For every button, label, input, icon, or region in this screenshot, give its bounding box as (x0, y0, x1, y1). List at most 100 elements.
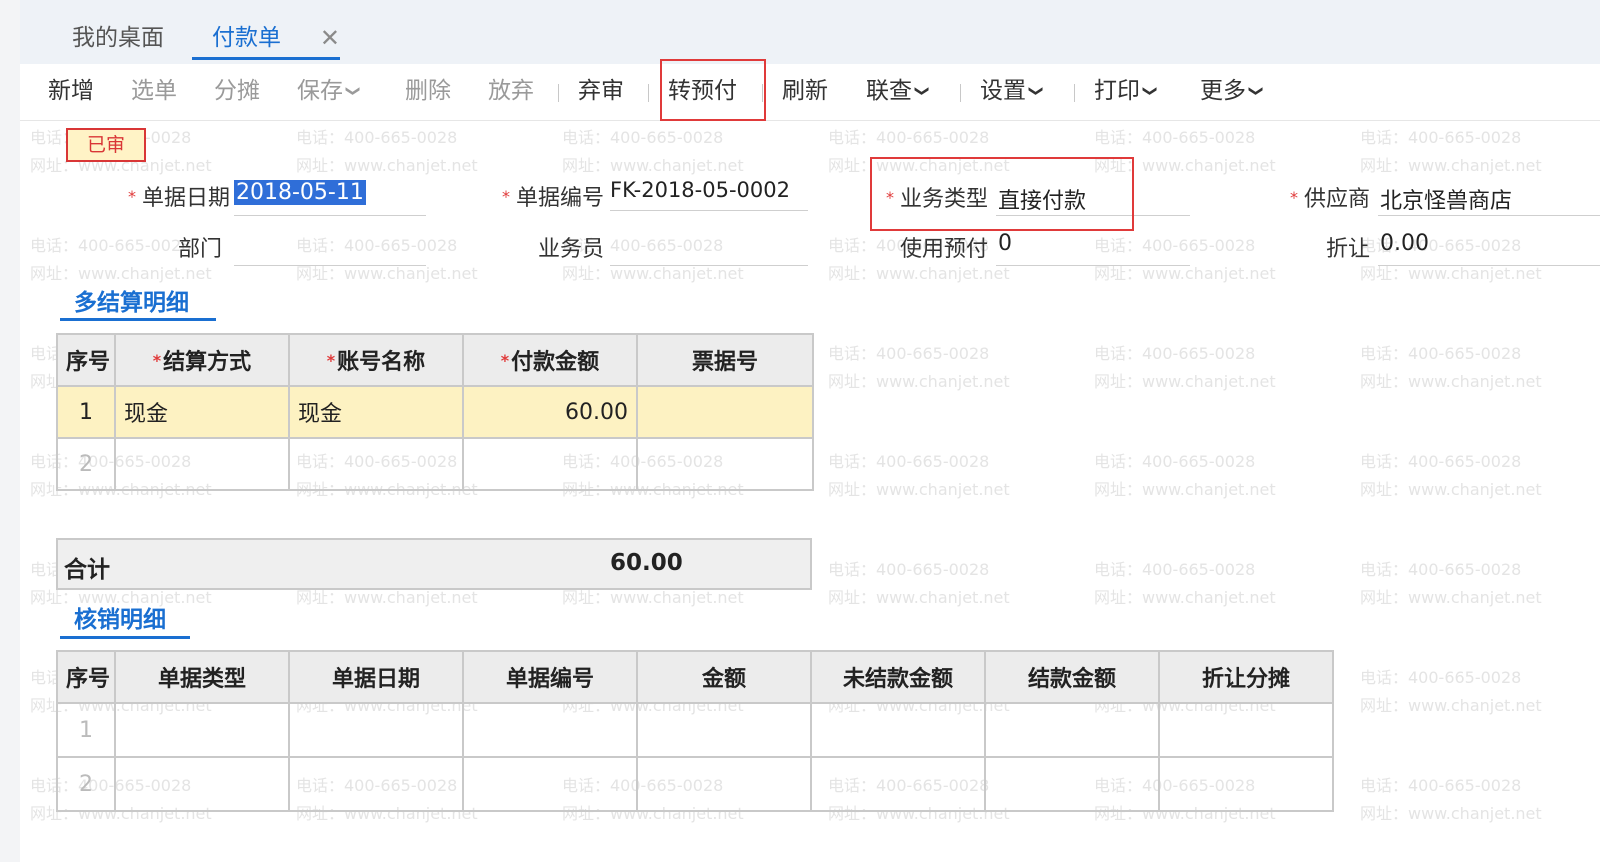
tab-payment-voucher[interactable]: 付款单 ✕ (192, 18, 340, 60)
amount-cell[interactable] (462, 437, 638, 491)
ticket-cell[interactable] (636, 437, 814, 491)
more-button[interactable]: 更多 ❯ (1200, 74, 1264, 108)
supplier-field[interactable]: 北京怪兽商店 (1380, 183, 1512, 215)
print-button[interactable]: 打印 ❯ (1094, 74, 1158, 108)
section-underline (60, 636, 190, 639)
field-underline (234, 265, 426, 266)
writeoff-section-title[interactable]: 核销明细 (74, 600, 166, 634)
doc-no-cell[interactable] (462, 702, 638, 758)
table-row[interactable]: 2 (56, 437, 814, 491)
doc-date-label: * 单据日期 (127, 186, 230, 211)
tab-payment-voucher-label: 付款单 (212, 25, 281, 51)
discount-field[interactable]: 0.00 (1380, 231, 1429, 256)
discount-label: 折让 (1325, 237, 1370, 262)
method-cell[interactable] (114, 437, 290, 491)
doc-type-cell[interactable] (114, 756, 290, 812)
amount-cell[interactable]: 60.00 (462, 385, 638, 439)
row-number: 2 (56, 437, 116, 491)
watermark-text: 电话：400-665-0028网址：www.chanjet.net (1360, 344, 1542, 391)
row-number: 1 (56, 385, 116, 439)
account-cell[interactable]: 现金 (288, 385, 464, 439)
doc-date-field[interactable]: 2018-05-11 (234, 180, 366, 205)
new-button[interactable]: 新增 (48, 74, 94, 108)
doc-date-cell[interactable] (288, 756, 464, 812)
linked-query-button[interactable]: 联查 ❯ (866, 74, 930, 108)
col-header-ticket: 票据号 (636, 333, 814, 387)
field-underline (996, 265, 1190, 266)
writeoff-table: 序号 单据类型 单据日期 单据编号 金额 未结款金额 结款金额 折让分摊 1 2 (56, 650, 1334, 812)
watermark-text: 电话：400-665-0028网址：www.chanjet.net (1094, 236, 1276, 283)
settlement-section-title[interactable]: 多结算明细 (74, 283, 189, 317)
field-underline (234, 215, 426, 216)
unsettled-cell[interactable] (810, 702, 986, 758)
discard-button[interactable]: 放弃 (488, 74, 534, 108)
col-header-account: *账号名称 (288, 333, 464, 387)
ticket-cell[interactable] (636, 385, 814, 439)
save-button[interactable]: 保存 ❯ (297, 74, 361, 108)
col-header-discount-alloc: 折让分摊 (1158, 650, 1334, 704)
chevron-down-icon: ❯ (913, 85, 930, 97)
field-underline (1378, 265, 1600, 266)
doc-no-field[interactable]: FK-2018-05-0002 (610, 178, 790, 202)
chevron-down-icon: ❯ (1247, 85, 1264, 97)
unapprove-button[interactable]: 弃审 (578, 74, 624, 108)
col-header-doc-type: 单据类型 (114, 650, 290, 704)
row-number: 1 (56, 702, 116, 758)
table-row[interactable]: 2 (56, 756, 1334, 812)
refresh-button[interactable]: 刷新 (782, 74, 828, 108)
toolbar-divider (1074, 84, 1075, 102)
watermark-text: 电话：400-665-0028网址：www.chanjet.net (1360, 776, 1542, 823)
amount-cell[interactable] (636, 702, 812, 758)
discount-alloc-cell[interactable] (1158, 702, 1334, 758)
col-header-method: *结算方式 (114, 333, 290, 387)
toolbar-divider (960, 84, 961, 102)
status-badge: 已审 (66, 128, 146, 162)
select-doc-button[interactable]: 选单 (131, 74, 177, 108)
to-prepayment-highlight (660, 59, 766, 121)
tab-bar: 我的桌面 付款单 ✕ (20, 0, 1600, 65)
watermark-text: 电话：400-665-0028网址：www.chanjet.net (828, 344, 1010, 391)
watermark-text: 电话：400-665-0028网址：www.chanjet.net (1360, 128, 1542, 175)
watermark-text: 电话：400-665-0028网址：www.chanjet.net (828, 560, 1010, 607)
writeoff-header-row: 序号 单据类型 单据日期 单据编号 金额 未结款金额 结款金额 折让分摊 (56, 650, 1334, 704)
toolbar: 新增 选单 分摊 保存 ❯ 删除 放弃 弃审 转预付 刷新 联查 ❯ 设置 ❯ 打印 ❯… (20, 64, 1600, 121)
chevron-down-icon: ❯ (344, 85, 361, 97)
payment-voucher-page: 电话：400-665-0028网址：www.chanjet.net 电话：400-… (20, 0, 1600, 862)
doc-date-value: 2018-05-11 (234, 180, 366, 205)
doc-type-cell[interactable] (114, 702, 290, 758)
watermark-text: 电话：400-665-0028网址：www.chanjet.net (562, 128, 744, 175)
doc-date-cell[interactable] (288, 702, 464, 758)
row-number: 2 (56, 756, 116, 812)
chevron-down-icon: ❯ (1141, 85, 1158, 97)
settled-cell[interactable] (984, 756, 1160, 812)
use-prepay-label: 使用预付 (899, 237, 988, 262)
field-underline (1378, 215, 1600, 216)
allocate-button[interactable]: 分摊 (214, 74, 260, 108)
col-header-no: 序号 (56, 333, 116, 387)
col-header-amount: 金额 (636, 650, 812, 704)
table-row[interactable]: 1 (56, 702, 1334, 758)
use-prepay-field[interactable]: 0 (998, 231, 1012, 256)
unsettled-cell[interactable] (810, 756, 986, 812)
table-row[interactable]: 1 现金 现金 60.00 (56, 385, 814, 439)
amount-cell[interactable] (636, 756, 812, 812)
col-header-unsettled: 未结款金额 (810, 650, 986, 704)
chevron-down-icon: ❯ (1027, 85, 1044, 97)
field-underline (610, 210, 808, 211)
account-cell[interactable] (288, 437, 464, 491)
doc-no-cell[interactable] (462, 756, 638, 812)
tab-my-desktop[interactable]: 我的桌面 (72, 18, 164, 60)
delete-button[interactable]: 删除 (405, 74, 451, 108)
settlement-table: 序号 *结算方式 *账号名称 *付款金额 票据号 1 现金 现金 60.00 2 (56, 333, 814, 491)
watermark-text: 电话：400-665-0028网址：www.chanjet.net (296, 128, 478, 175)
discount-alloc-cell[interactable] (1158, 756, 1334, 812)
settlement-header-row: 序号 *结算方式 *账号名称 *付款金额 票据号 (56, 333, 814, 387)
col-header-doc-date: 单据日期 (288, 650, 464, 704)
col-header-settled: 结款金额 (984, 650, 1160, 704)
settled-cell[interactable] (984, 702, 1160, 758)
watermark-text: 电话：400-665-0028网址：www.chanjet.net (828, 452, 1010, 499)
close-icon[interactable]: ✕ (320, 18, 340, 58)
method-cell[interactable]: 现金 (114, 385, 290, 439)
watermark-text: 电话：400-665-0028网址：www.chanjet.net (1360, 668, 1542, 715)
settings-button[interactable]: 设置 ❯ (980, 74, 1044, 108)
